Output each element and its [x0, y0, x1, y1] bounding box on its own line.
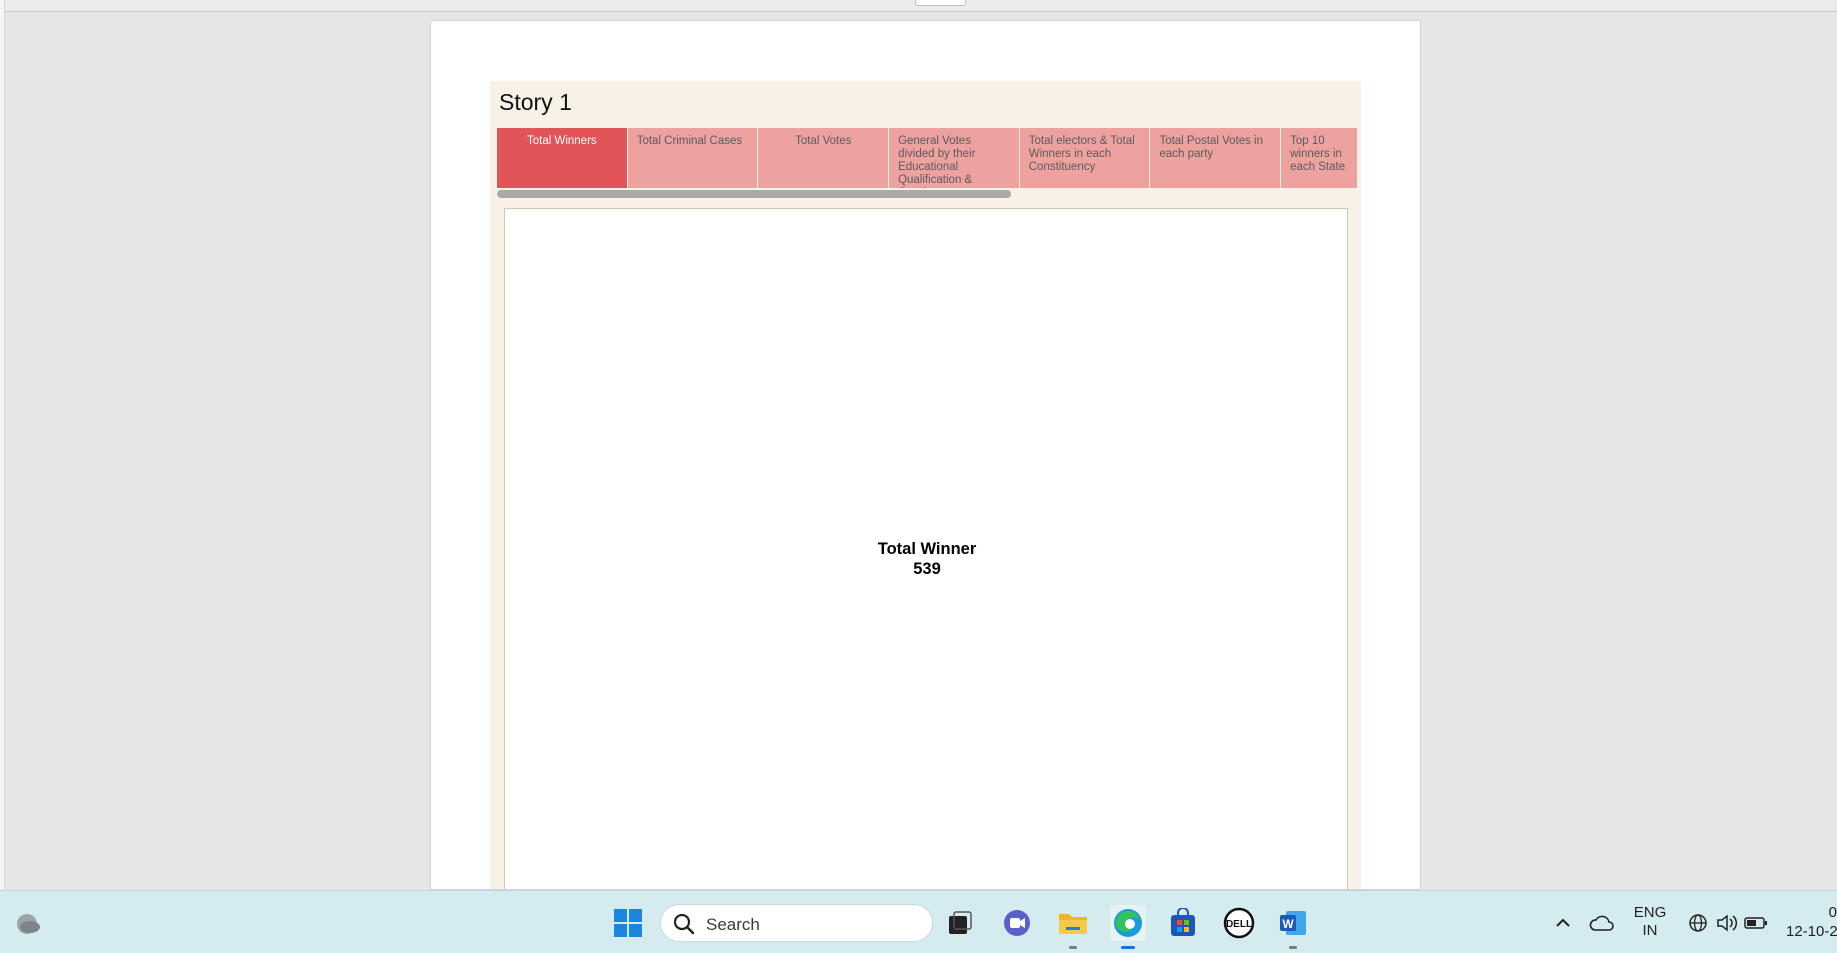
story-tab-label: Total Criminal Cases [636, 135, 743, 147]
start-icon[interactable] [610, 905, 646, 941]
chat-icon[interactable] [999, 905, 1035, 941]
story-title: Story 1 [499, 89, 572, 115]
visualization-area: Total Winner 539 [504, 208, 1349, 889]
clock[interactable]: 0 12-10-2 [1786, 903, 1837, 941]
story-tab-label: Total Votes [795, 135, 852, 147]
page-indicator-tab[interactable] [915, 0, 966, 6]
onedrive-icon[interactable] [1584, 905, 1620, 941]
running-indicator [1069, 946, 1077, 949]
search-icon [673, 913, 695, 940]
weather-icon[interactable] [12, 909, 42, 939]
svg-text:DELL: DELL [1226, 919, 1252, 930]
taskbar: Search DELL W ENG IN 0 12-10-2 [0, 890, 1837, 953]
active-indicator [1121, 946, 1135, 949]
story-tab-top-10-winners-state[interactable]: Top 10 winners in each State [1281, 128, 1357, 188]
story-tab-label: Top 10 winners in each State [1290, 135, 1346, 173]
clock-time: 0 [1828, 904, 1837, 921]
chevron-up-icon[interactable] [1545, 905, 1581, 941]
region-code: IN [1642, 922, 1658, 939]
dell-icon[interactable]: DELL [1221, 905, 1257, 941]
tabs-scrollbar[interactable] [497, 190, 1011, 198]
store-icon[interactable] [1165, 905, 1201, 941]
language-indicator[interactable]: ENG IN [1630, 904, 1670, 940]
story-tab-label: General Votes divided by their Education… [898, 135, 976, 188]
document-top-bar [0, 0, 1837, 12]
story-tab-label: Total Postal Votes in each party [1159, 135, 1263, 160]
kpi-value: 539 [913, 560, 941, 578]
kpi-card: Total Winner 539 [505, 539, 1349, 579]
story-tab-total-criminal-cases[interactable]: Total Criminal Cases [627, 128, 758, 188]
battery-icon[interactable] [1738, 905, 1774, 941]
story-tabs: Total Winners Total Criminal Cases Total… [497, 128, 1357, 188]
story-panel: Story 1 Total Winners Total Criminal Cas… [490, 81, 1361, 889]
story-tab-electors-winners-constituency[interactable]: Total electors & Total Winners in each C… [1019, 128, 1150, 188]
taskbar-search-box[interactable]: Search [660, 904, 933, 942]
clock-date: 12-10-2 [1786, 923, 1837, 940]
story-tab-postal-votes-party[interactable]: Total Postal Votes in each party [1150, 128, 1281, 188]
kpi-label: Total Winner [877, 540, 977, 558]
edge-icon[interactable] [1110, 905, 1146, 949]
story-tab-label: Total electors & Total Winners in each C… [1028, 135, 1135, 173]
file-explorer-icon[interactable] [1055, 905, 1091, 949]
story-tab-total-votes[interactable]: Total Votes [758, 128, 889, 188]
story-tab-label: Total Winners [527, 135, 597, 147]
story-tab-total-winners[interactable]: Total Winners [497, 128, 627, 188]
word-icon[interactable]: W [1275, 905, 1311, 949]
language-code: ENG [1633, 904, 1667, 921]
svg-text:W: W [1282, 917, 1294, 931]
left-window-edge [0, 0, 5, 890]
story-tab-general-votes-education-gender[interactable]: General Votes divided by their Education… [889, 128, 1019, 188]
task-view-icon[interactable] [942, 905, 978, 941]
running-indicator [1289, 946, 1297, 949]
search-placeholder: Search [706, 915, 760, 934]
document-page: Story 1 Total Winners Total Criminal Cas… [430, 20, 1421, 890]
